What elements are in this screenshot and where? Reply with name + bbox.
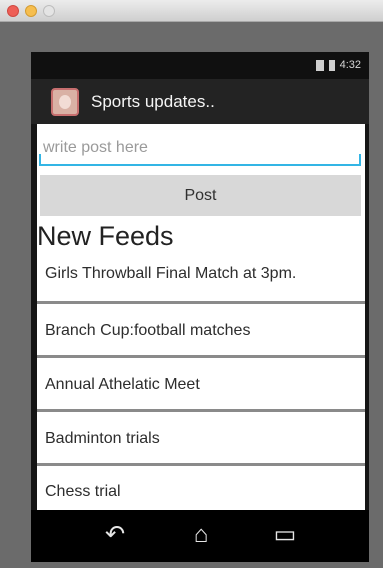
main-content: Post New Feeds Girls Throwball Final Mat… [37, 124, 365, 510]
input-left-marker [39, 154, 41, 166]
feed-item[interactable]: Badminton trials [37, 414, 365, 466]
navigation-bar: ↶ ⌂ ▭ [31, 510, 369, 562]
signal-icon [315, 59, 324, 71]
android-phone-screen: 4:32 Sports updates.. Post New Feeds Gir… [31, 52, 369, 562]
status-right: 4:32 [315, 59, 361, 71]
back-icon[interactable]: ↶ [93, 520, 137, 550]
window-close-button[interactable] [7, 5, 19, 17]
feeds-heading: New Feeds [37, 221, 174, 251]
app-avatar-icon[interactable] [51, 87, 79, 116]
feed-item[interactable]: Branch Cup:football matches [37, 306, 365, 358]
recent-apps-icon[interactable]: ▭ [263, 520, 307, 550]
feed-item[interactable]: Annual Athelatic Meet [37, 360, 365, 412]
post-button[interactable]: Post [40, 175, 361, 216]
feed-item[interactable]: Girls Throwball Final Match at 3pm. [37, 256, 365, 304]
app-title: Sports updates.. [91, 91, 215, 111]
window-titlebar [0, 0, 383, 22]
feed-item[interactable]: Chess trial [37, 468, 365, 510]
input-right-marker [359, 154, 361, 166]
post-input[interactable] [39, 132, 361, 166]
battery-icon [328, 59, 335, 71]
status-time: 4:32 [339, 59, 361, 71]
window-maximize-button[interactable] [43, 5, 55, 17]
window-minimize-button[interactable] [25, 5, 37, 17]
status-bar: 4:32 [31, 52, 369, 79]
home-icon[interactable]: ⌂ [179, 520, 223, 550]
action-bar: Sports updates.. [31, 79, 369, 124]
emulator-window: 4:32 Sports updates.. Post New Feeds Gir… [0, 0, 383, 568]
